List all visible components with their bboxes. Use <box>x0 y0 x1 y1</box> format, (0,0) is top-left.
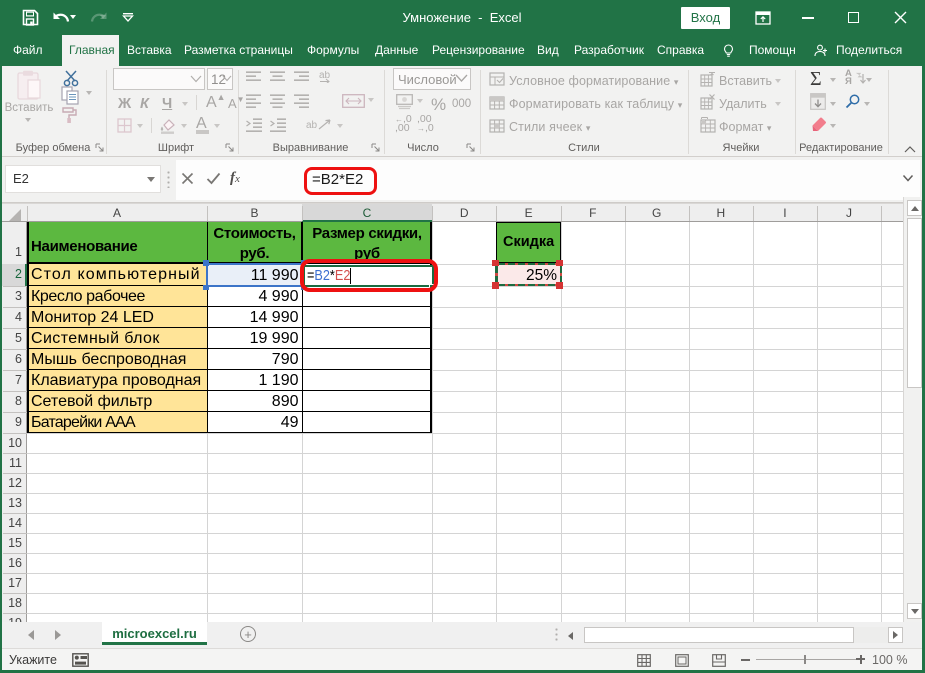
svg-text:ab: ab <box>319 71 331 81</box>
svg-text:ab: ab <box>306 120 318 131</box>
